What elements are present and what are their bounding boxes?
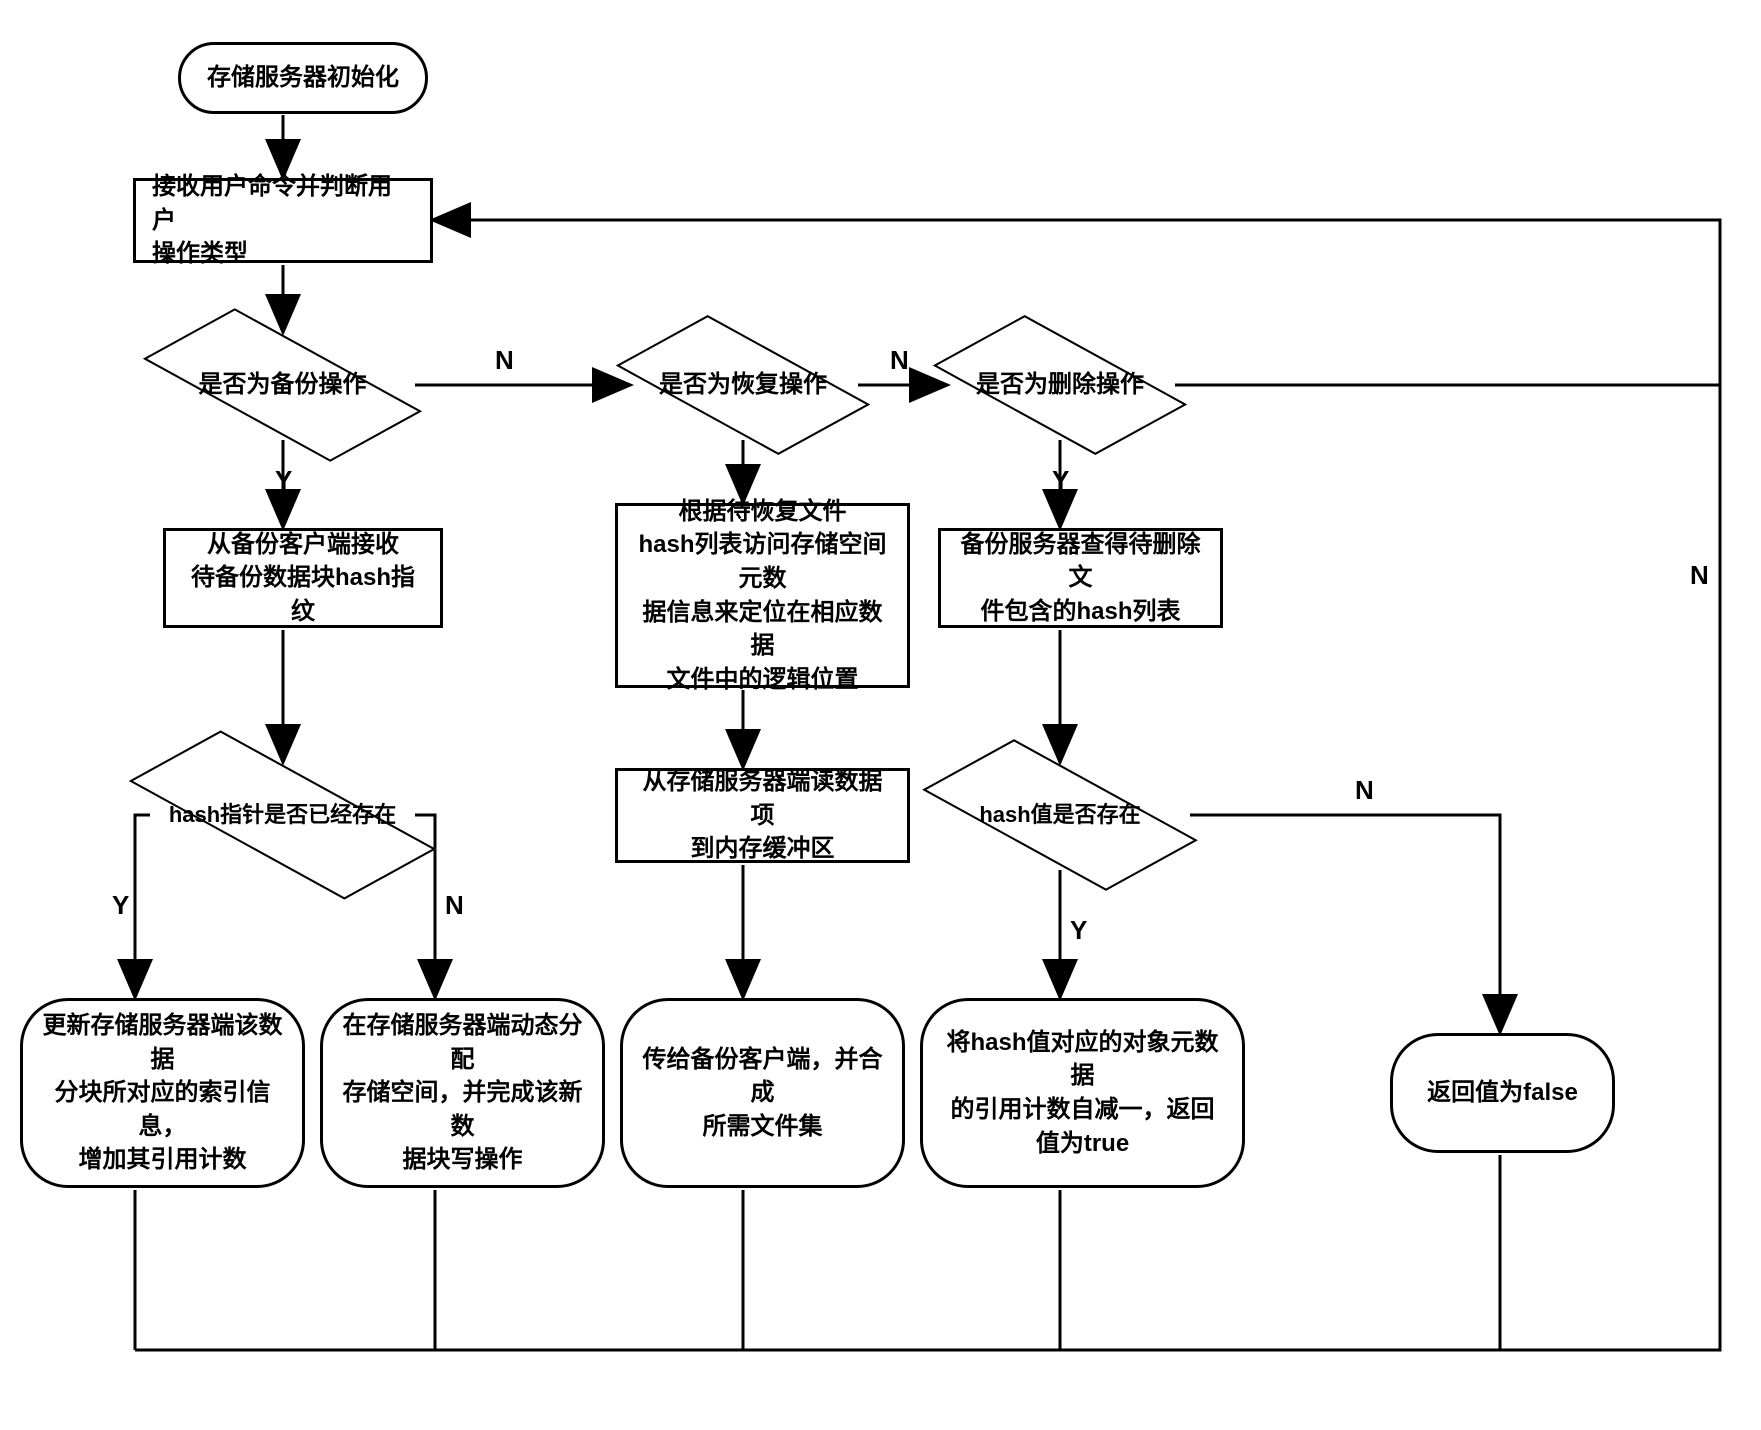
decision-is-restore: 是否为恢复操作 bbox=[628, 320, 858, 450]
start-label: 存储服务器初始化 bbox=[207, 61, 399, 95]
process-receive-command: 接收用户命令并判断用户 操作类型 bbox=[133, 178, 433, 263]
t-alloc-label: 在存储服务器端动态分配 存储空间，并完成该新数 据块写操作 bbox=[339, 1009, 586, 1177]
decision-is-backup: 是否为备份操作 bbox=[150, 320, 415, 450]
process-lookup-hashlist: 备份服务器查得待删除文 件包含的hash列表 bbox=[938, 528, 1223, 628]
decision-hash-value-exists: hash值是否存在 bbox=[930, 750, 1190, 880]
process-recv-hash-fingerprint: 从备份客户端接收 待备份数据块hash指纹 bbox=[163, 528, 443, 628]
terminator-update-index: 更新存储服务器端该数据 分块所对应的索引信息， 增加其引用计数 bbox=[20, 998, 305, 1188]
d-delete-label: 是否为删除操作 bbox=[976, 369, 1144, 400]
terminator-allocate-storage: 在存储服务器端动态分配 存储空间，并完成该新数 据块写操作 bbox=[320, 998, 605, 1188]
d-restore-label: 是否为恢复操作 bbox=[659, 369, 827, 400]
terminator-start: 存储服务器初始化 bbox=[178, 42, 428, 114]
p-restore2-label: 从存储服务器端读数据项 到内存缓冲区 bbox=[634, 765, 891, 866]
label-y-backup: Y bbox=[275, 465, 292, 496]
decision-is-delete: 是否为删除操作 bbox=[945, 320, 1175, 450]
d-backup-label: 是否为备份操作 bbox=[199, 369, 367, 400]
label-n-restore: N bbox=[890, 345, 909, 376]
label-y-delete: Y bbox=[1052, 465, 1069, 496]
label-n-backup: N bbox=[495, 345, 514, 376]
label-y-hashptr: Y bbox=[112, 890, 129, 921]
t-restore3-label: 传给备份客户端，并合成 所需文件集 bbox=[639, 1043, 886, 1144]
process-read-to-buffer: 从存储服务器端读数据项 到内存缓冲区 bbox=[615, 768, 910, 863]
label-y-restore: Y bbox=[735, 465, 752, 496]
d-hashptr-label: hash指针是否已经存在 bbox=[169, 801, 396, 830]
p-delete1-label: 备份服务器查得待删除文 件包含的hash列表 bbox=[957, 528, 1204, 629]
t-update-label: 更新存储服务器端该数据 分块所对应的索引信息， 增加其引用计数 bbox=[39, 1009, 286, 1177]
p-restore1-label: 根据待恢复文件 hash列表访问存储空间元数 据信息来定位在相应数据 文件中的逻… bbox=[634, 495, 891, 697]
label-n-hashptr: N bbox=[445, 890, 464, 921]
label-y-hashval: Y bbox=[1070, 915, 1087, 946]
process-locate-by-hashlist: 根据待恢复文件 hash列表访问存储空间元数 据信息来定位在相应数据 文件中的逻… bbox=[615, 503, 910, 688]
d-hashval-label: hash值是否存在 bbox=[979, 801, 1140, 830]
recv-label: 接收用户命令并判断用户 操作类型 bbox=[152, 170, 414, 271]
p-backup1-label: 从备份客户端接收 待备份数据块hash指纹 bbox=[182, 528, 424, 629]
terminator-return-false: 返回值为false bbox=[1390, 1033, 1615, 1153]
t-dec-label: 将hash值对应的对象元数据 的引用计数自减一，返回 值为true bbox=[939, 1026, 1226, 1160]
t-false-label: 返回值为false bbox=[1427, 1076, 1578, 1110]
flowchart-canvas: 存储服务器初始化 接收用户命令并判断用户 操作类型 是否为备份操作 是否为恢复操… bbox=[20, 20, 1740, 1410]
label-n-delete: N bbox=[1690, 560, 1709, 591]
decision-hash-pointer-exists: hash指针是否已经存在 bbox=[130, 750, 435, 880]
terminator-send-to-client: 传给备份客户端，并合成 所需文件集 bbox=[620, 998, 905, 1188]
terminator-decrement-refcount: 将hash值对应的对象元数据 的引用计数自减一，返回 值为true bbox=[920, 998, 1245, 1188]
label-n-hashval: N bbox=[1355, 775, 1374, 806]
